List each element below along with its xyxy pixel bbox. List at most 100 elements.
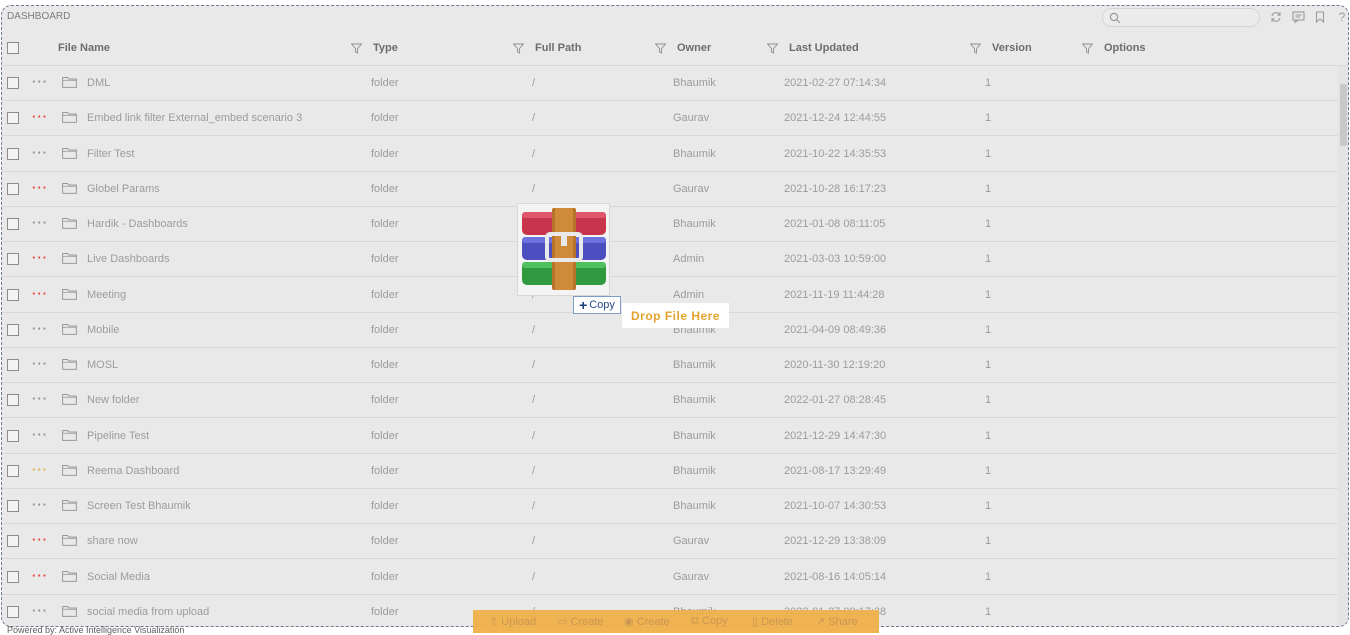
- row-checkbox[interactable]: [7, 535, 19, 548]
- row-checkbox[interactable]: [7, 112, 19, 125]
- create-dashboard-button[interactable]: ◉ Create: [624, 615, 670, 628]
- last-updated: 2021-01-08 08:11:05: [784, 218, 886, 230]
- file-name[interactable]: MOSL: [87, 359, 118, 371]
- row-checkbox[interactable]: [7, 323, 19, 336]
- row-options-icon[interactable]: ···: [32, 356, 48, 371]
- file-name[interactable]: share now: [87, 535, 138, 547]
- row-options-icon[interactable]: ···: [32, 568, 48, 583]
- filter-icon[interactable]: [970, 43, 981, 54]
- owner: Bhaumik: [673, 359, 716, 371]
- drop-file-here-label: Drop File Here: [622, 303, 729, 328]
- row-checkbox[interactable]: [7, 500, 19, 512]
- row-options-icon[interactable]: ···: [32, 109, 48, 124]
- table-row[interactable]: ··· Embed link filter External_embed scen…: [2, 101, 1338, 137]
- row-options-icon[interactable]: ···: [32, 145, 48, 160]
- row-options-icon[interactable]: ···: [32, 250, 48, 265]
- version: 1: [985, 605, 992, 618]
- row-options-icon[interactable]: ···: [32, 391, 48, 406]
- row-checkbox[interactable]: [7, 394, 19, 407]
- row-options-icon[interactable]: ···: [32, 215, 48, 230]
- file-name[interactable]: Screen Test Bhaumik: [87, 500, 191, 512]
- scrollbar-thumb[interactable]: [1340, 84, 1347, 146]
- file-name[interactable]: Live Dashboards: [87, 253, 170, 265]
- column-header-file-name[interactable]: File Name: [58, 42, 110, 54]
- file-name[interactable]: Social Media: [87, 571, 150, 583]
- table-row[interactable]: ··· Filter Test folder / Bhaumik 2021-10-22 1…: [2, 137, 1338, 172]
- search-input[interactable]: [1102, 8, 1260, 27]
- column-header-last-updated[interactable]: Last Updated: [789, 42, 859, 54]
- share-button[interactable]: ↗ Share: [816, 615, 858, 628]
- row-checkbox[interactable]: [7, 359, 19, 371]
- filter-icon[interactable]: [1082, 43, 1093, 54]
- filter-icon[interactable]: [655, 43, 666, 54]
- file-name[interactable]: Globel Params: [87, 183, 160, 195]
- table-row[interactable]: ···Hardik - Dashboardsfolder/Bhaumik2021…: [2, 207, 1338, 242]
- row-options-icon[interactable]: ···: [32, 497, 48, 512]
- row-options-icon[interactable]: ···: [32, 180, 48, 195]
- row-options-icon[interactable]: ···: [32, 321, 48, 336]
- row-checkbox[interactable]: [7, 288, 19, 301]
- file-name[interactable]: DML: [87, 77, 110, 89]
- row-checkbox[interactable]: [7, 77, 19, 89]
- row-options-icon[interactable]: ···: [32, 286, 48, 301]
- row-checkbox[interactable]: [7, 429, 19, 442]
- owner: Admin: [673, 253, 705, 266]
- owner: Bhaumik: [673, 429, 716, 442]
- file-name[interactable]: Embed link filter External_embed scenari…: [87, 112, 302, 124]
- file-name[interactable]: New folder: [87, 394, 140, 406]
- table-row[interactable]: ··· DML folder / Bhaumik 2021-02-27 07:14:34 1: [2, 66, 1338, 101]
- full-path: /: [532, 77, 536, 89]
- column-header-full-path[interactable]: Full Path: [535, 42, 581, 54]
- upload-button[interactable]: ⇪ Upload: [489, 615, 536, 628]
- file-name[interactable]: Filter Test: [87, 148, 134, 160]
- file-type: folder: [371, 605, 399, 618]
- row-checkbox[interactable]: [7, 570, 19, 583]
- row-options-icon[interactable]: ···: [32, 462, 48, 477]
- row-options-icon[interactable]: ···: [32, 603, 48, 618]
- filter-icon[interactable]: [767, 43, 778, 54]
- table-row[interactable]: ··· Globel Params folder / Gaurav 2021-10-28 …: [2, 172, 1338, 207]
- row-checkbox[interactable]: [7, 182, 19, 195]
- delete-button[interactable]: ▯ Delete: [752, 615, 793, 628]
- copy-button[interactable]: ⧉ Copy: [691, 615, 728, 628]
- row-options-icon[interactable]: ···: [32, 74, 48, 89]
- column-header-type[interactable]: Type: [373, 42, 398, 54]
- file-type: folder: [371, 253, 399, 266]
- select-all-checkbox[interactable]: [7, 42, 19, 54]
- owner: Bhaumik: [673, 147, 716, 160]
- full-path: /: [532, 323, 536, 336]
- file-name[interactable]: social media from upload: [87, 606, 209, 618]
- column-header-version[interactable]: Version: [992, 42, 1032, 54]
- file-name[interactable]: Reema Dashboard: [87, 465, 179, 477]
- table-row[interactable]: ··· New folder folder / Bhaumik 2022-01-27 08…: [2, 383, 1338, 419]
- file-type: folder: [371, 147, 399, 160]
- row-checkbox[interactable]: [7, 464, 19, 477]
- help-icon[interactable]: ?: [1334, 9, 1348, 25]
- filter-icon[interactable]: [351, 43, 362, 54]
- create-folder-button[interactable]: ▭ Create: [557, 615, 603, 628]
- row-options-icon[interactable]: ···: [32, 532, 48, 547]
- comment-icon[interactable]: [1290, 9, 1306, 25]
- refresh-icon[interactable]: [1268, 9, 1284, 25]
- table-row[interactable]: ··· MOSL folder / Bhaumik 2020-11-30 12:19:20…: [2, 348, 1338, 383]
- bookmark-icon[interactable]: [1312, 9, 1328, 25]
- column-header-owner[interactable]: Owner: [677, 42, 711, 54]
- file-name[interactable]: Mobile: [87, 324, 119, 336]
- table-row[interactable]: ··· Reema Dashboard folder / Bhaumik 2021-08-…: [2, 454, 1338, 489]
- row-checkbox[interactable]: [7, 253, 19, 266]
- table-row[interactable]: ··· share now folder / Gaurav 2021-12-29 13:3…: [2, 524, 1338, 560]
- table-row[interactable]: ···Live Dashboardsfolder/Admin2021-03-03…: [2, 242, 1338, 278]
- table-row[interactable]: ··· Pipeline Test folder / Bhaumik 2021-12-29…: [2, 419, 1338, 454]
- file-name[interactable]: Hardik - Dashboards: [87, 218, 188, 230]
- filter-icon[interactable]: [513, 43, 524, 54]
- folder-icon: [62, 570, 77, 582]
- file-name[interactable]: Pipeline Test: [87, 430, 149, 442]
- row-checkbox[interactable]: [7, 218, 19, 230]
- row-options-icon[interactable]: ···: [32, 427, 48, 442]
- table-row[interactable]: ··· Social Media folder / Gaurav 2021-08-16 1…: [2, 560, 1338, 595]
- table-row[interactable]: ··· Screen Test Bhaumik folder / Bhaumik 2021…: [2, 489, 1338, 524]
- vertical-scrollbar[interactable]: [1338, 66, 1348, 626]
- file-name[interactable]: Meeting: [87, 289, 126, 301]
- row-checkbox[interactable]: [7, 605, 19, 618]
- row-checkbox[interactable]: [7, 147, 19, 160]
